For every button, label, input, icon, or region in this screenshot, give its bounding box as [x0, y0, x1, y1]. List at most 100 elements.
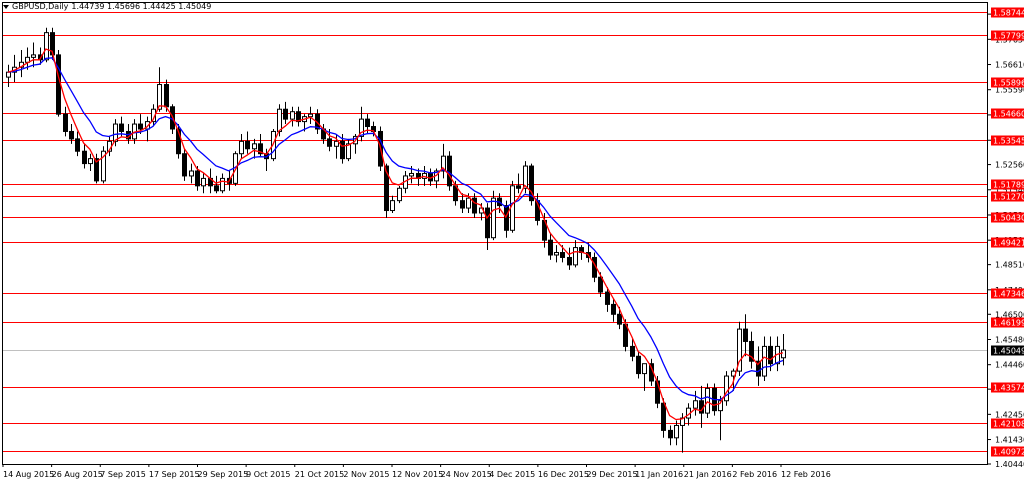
- x-tick-label: 9 Oct 2015: [246, 470, 290, 479]
- candle-body[interactable]: [724, 375, 729, 402]
- candle-body[interactable]: [447, 155, 452, 187]
- candle-body[interactable]: [138, 123, 143, 130]
- candle-body[interactable]: [630, 345, 635, 357]
- x-tick-label: 29 Sep 2015: [198, 470, 249, 479]
- symbol-label: GBPUSD,Daily: [12, 2, 69, 11]
- candle-body[interactable]: [567, 256, 572, 266]
- level-label: 1.54660: [993, 110, 1024, 119]
- price-chart[interactable]: 1.586501.576301.566101.555901.545701.535…: [0, 0, 1024, 484]
- candle-body[interactable]: [245, 140, 250, 150]
- candle-body[interactable]: [277, 108, 282, 132]
- candle-body[interactable]: [239, 140, 244, 155]
- candle-body[interactable]: [548, 239, 553, 256]
- candle-body[interactable]: [56, 54, 61, 115]
- candle-body[interactable]: [611, 303, 616, 315]
- y-tick-label: 1.52560: [995, 161, 1024, 170]
- candle-body[interactable]: [705, 387, 710, 414]
- y-tick-label: 1.45480: [995, 335, 1024, 344]
- candle-body[interactable]: [189, 170, 194, 177]
- candle-body[interactable]: [69, 130, 74, 140]
- level-label: 1.49421: [993, 239, 1024, 248]
- level-label: 1.55896: [993, 79, 1024, 88]
- candle-body[interactable]: [762, 345, 767, 377]
- candle-body[interactable]: [201, 177, 206, 187]
- candle-body[interactable]: [693, 400, 698, 409]
- candle-body[interactable]: [119, 123, 124, 132]
- candle-body[interactable]: [472, 197, 477, 214]
- candle-body[interactable]: [598, 276, 603, 293]
- level-label: 1.40972: [993, 448, 1024, 457]
- x-tick-label: 2 Feb 2016: [732, 470, 777, 479]
- candle-body[interactable]: [252, 143, 257, 150]
- symbol-header: GBPUSD,Daily 1.44739 1.45696 1.44425 1.4…: [3, 2, 211, 11]
- candle-body[interactable]: [661, 402, 666, 431]
- candle-body[interactable]: [409, 172, 414, 177]
- chart-window: 1.586501.576301.566101.555901.545701.535…: [0, 0, 1024, 484]
- candle-body[interactable]: [674, 424, 679, 439]
- candle-body[interactable]: [523, 165, 528, 189]
- candle-body[interactable]: [397, 187, 402, 202]
- candle-body[interactable]: [781, 349, 786, 359]
- level-label: 1.46199: [993, 319, 1024, 328]
- candle-body[interactable]: [82, 150, 87, 165]
- candle-body[interactable]: [485, 207, 490, 239]
- candle-body[interactable]: [6, 71, 11, 78]
- candle-body[interactable]: [554, 252, 559, 256]
- level-label: 1.50430: [993, 214, 1024, 223]
- current-price-label: 1.45049: [993, 347, 1024, 356]
- level-label: 1.42108: [993, 420, 1024, 429]
- y-tick-label: 1.44460: [995, 361, 1024, 370]
- candle-body[interactable]: [327, 138, 332, 147]
- candle-body[interactable]: [182, 153, 187, 177]
- x-tick-label: 12 Nov 2015: [392, 470, 443, 479]
- candle-body[interactable]: [195, 170, 200, 187]
- x-tick-label: 7 Sep 2015: [100, 470, 146, 479]
- candle-body[interactable]: [31, 54, 36, 58]
- x-tick-label: 12 Feb 2016: [781, 470, 831, 479]
- candle-body[interactable]: [668, 429, 673, 439]
- candle-body[interactable]: [743, 328, 748, 342]
- x-tick-label: 11 Jan 2016: [635, 470, 683, 479]
- dropdown-triangle-icon[interactable]: [3, 4, 9, 9]
- candle-body[interactable]: [768, 345, 773, 365]
- candle-body[interactable]: [510, 185, 515, 231]
- candle-body[interactable]: [334, 140, 339, 147]
- candle-body[interactable]: [636, 355, 641, 375]
- candle-body[interactable]: [340, 140, 345, 160]
- y-tick-label: 1.40440: [995, 460, 1024, 469]
- candle-body[interactable]: [460, 200, 465, 209]
- candle-body[interactable]: [560, 252, 565, 258]
- candle-body[interactable]: [88, 158, 93, 165]
- y-tick-label: 1.41430: [995, 436, 1024, 445]
- candle-body[interactable]: [617, 313, 622, 325]
- candle-body[interactable]: [164, 84, 169, 108]
- x-tick-label: 16 Dec 2015: [538, 470, 589, 479]
- ohlc-values: 1.44739 1.45696 1.44425 1.45049: [71, 2, 212, 11]
- candle-body[interactable]: [214, 185, 219, 192]
- candle-body[interactable]: [283, 108, 288, 120]
- x-tick-label: 2 Nov 2015: [343, 470, 389, 479]
- candle-body[interactable]: [466, 197, 471, 209]
- candle-body[interactable]: [516, 185, 521, 189]
- candle-body[interactable]: [504, 205, 509, 231]
- x-tick-label: 21 Oct 2015: [295, 470, 344, 479]
- candle-body[interactable]: [605, 291, 610, 305]
- level-label: 1.57799: [993, 32, 1024, 41]
- candle-body[interactable]: [642, 363, 647, 375]
- level-label: 1.51789: [993, 181, 1024, 190]
- level-label: 1.47346: [993, 290, 1024, 299]
- candle-body[interactable]: [75, 138, 80, 152]
- candle-body[interactable]: [44, 32, 49, 61]
- candle-body[interactable]: [63, 113, 68, 132]
- candle-body[interactable]: [491, 197, 496, 239]
- candle-body[interactable]: [308, 113, 313, 118]
- level-label: 1.43574: [993, 384, 1024, 393]
- candle-body[interactable]: [290, 111, 295, 120]
- candle-body[interactable]: [220, 177, 225, 192]
- level-label: 1.53545: [993, 137, 1024, 146]
- x-tick-label: 17 Sep 2015: [149, 470, 200, 479]
- x-tick-label: 24 Nov 2015: [441, 470, 492, 479]
- candle-body[interactable]: [573, 247, 578, 266]
- candle-body[interactable]: [390, 200, 395, 212]
- candle-body[interactable]: [365, 118, 370, 128]
